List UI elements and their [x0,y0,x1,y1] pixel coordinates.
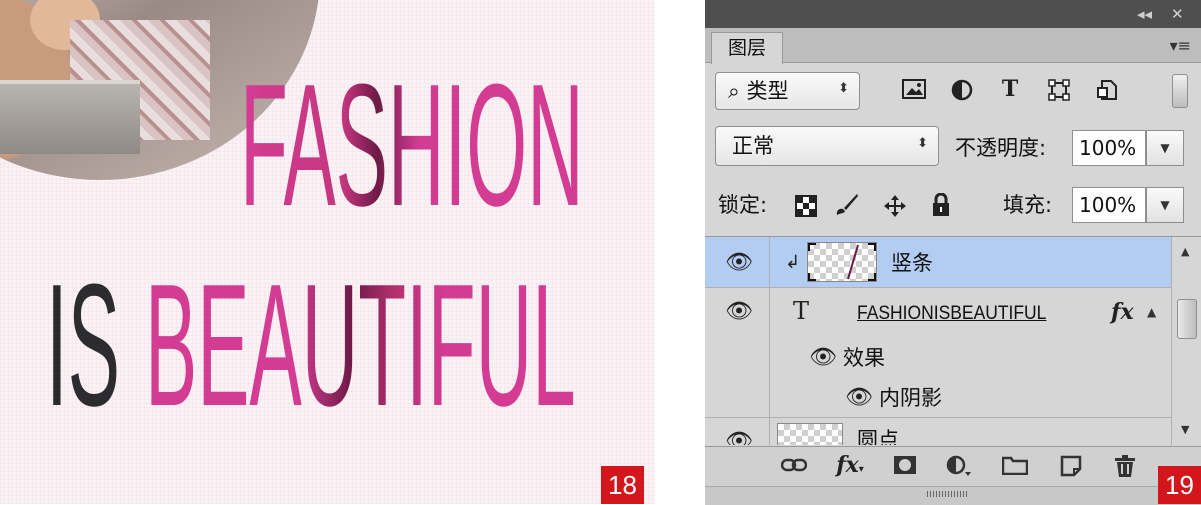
opacity-input[interactable]: 100% [1072,130,1146,166]
panel-resize-grip[interactable] [705,486,1201,505]
blend-mode-select[interactable]: 正常 ⬍ [715,126,939,166]
layers-list: 👁 ↲ 竖条 👁 T FASHIONISBEAUTIFUL fx ▲ 👁 效果 … [705,236,1201,445]
add-layer-style-icon[interactable]: fx▾ [836,453,864,482]
delete-layer-icon[interactable] [1111,454,1139,484]
layers-bottom-toolbar: fx▾ [705,446,1201,487]
layer-name[interactable]: 圆点 [857,428,899,445]
new-group-icon[interactable] [1001,455,1029,481]
lock-all-icon[interactable] [927,192,955,223]
visibility-eye-icon[interactable]: 👁 [725,252,753,274]
new-layer-icon[interactable] [1057,455,1085,483]
stepper-icon: ⬍ [917,136,928,151]
collapse-icon[interactable]: ◂◂ [1137,5,1152,23]
fx-badge-icon[interactable]: fx [1111,299,1134,325]
layer-name[interactable]: FASHIONISBEAUTIFUL [857,303,1046,325]
visibility-eye-icon[interactable]: 👁 [725,431,753,446]
headline-beautiful: BEAUTIFUL [145,247,576,442]
layers-scrollbar[interactable]: ▲ ▼ [1171,237,1201,445]
filter-kind-label: ⌕ 类型 [728,79,789,103]
scroll-up-icon[interactable]: ▲ [1181,245,1189,258]
stepper-icon: ⬍ [838,81,849,96]
lock-position-icon[interactable] [881,194,909,224]
smart-object-filter-icon[interactable] [1093,79,1121,107]
layer-row-selected[interactable] [705,237,1171,287]
headline-is: IS [46,247,120,442]
tab-layers[interactable]: 图层 [711,32,783,64]
opacity-label: 不透明度: [955,136,1047,160]
opacity-dropdown-button[interactable]: ▼ [1146,130,1184,166]
search-icon: ⌕ [728,79,740,103]
shape-filter-icon[interactable] [1045,79,1073,107]
new-adjustment-layer-icon[interactable] [945,455,973,483]
tab-row: 图层 ▾≡ [705,28,1201,64]
layer-thumbnail[interactable] [807,242,877,282]
scroll-down-icon[interactable]: ▼ [1181,423,1189,436]
blend-mode-value: 正常 [732,134,774,158]
panel-titlebar: ◂◂ ✕ [705,0,1201,28]
effects-eye-icon[interactable]: 👁 [809,347,837,369]
layer-name[interactable]: 竖条 [891,251,933,275]
fill-label: 填充: [1003,193,1053,217]
inner-shadow-label[interactable]: 内阴影 [879,386,942,410]
effects-label: 效果 [843,346,885,370]
lock-image-pixels-icon[interactable] [832,193,860,223]
lock-label: 锁定: [718,193,768,217]
panel-menu-icon[interactable]: ▾≡ [1170,36,1191,55]
adjustment-filter-icon[interactable] [948,79,976,107]
inner-shadow-eye-icon[interactable]: 👁 [845,387,873,409]
filter-toggle-switch[interactable] [1172,74,1188,108]
lock-transparent-pixels-icon[interactable] [792,195,820,223]
add-mask-icon[interactable] [891,455,919,481]
image-filter-icon[interactable] [900,79,928,105]
link-layers-icon[interactable] [780,455,808,479]
close-icon[interactable]: ✕ [1171,5,1184,23]
visibility-eye-icon[interactable]: 👁 [725,301,753,323]
layer-thumbnail[interactable] [777,423,843,445]
text-layer-icon: T [793,297,810,325]
filter-kind-select[interactable]: ⌕ 类型 ⬍ [715,72,860,110]
clipping-mask-arrow-icon: ↲ [785,252,801,273]
headline-fashion: FASHION [240,47,584,242]
fill-dropdown-button[interactable]: ▼ [1146,187,1184,223]
collapse-effects-arrow-icon[interactable]: ▲ [1147,305,1156,319]
layers-panel: ◂◂ ✕ 图层 ▾≡ ⌕ 类型 ⬍ T 正常 ⬍ 不透明度: 100% ▼ 锁定… [705,0,1201,505]
figure-number-18: 18 [601,466,644,504]
type-filter-icon[interactable]: T [996,77,1024,101]
fill-input[interactable]: 100% [1072,187,1146,223]
figure-number-19: 19 [1158,466,1201,504]
poster-canvas: FASHION IS BEAUTIFUL [0,0,655,504]
photo-books [0,80,140,154]
scrollbar-thumb[interactable] [1177,299,1197,339]
